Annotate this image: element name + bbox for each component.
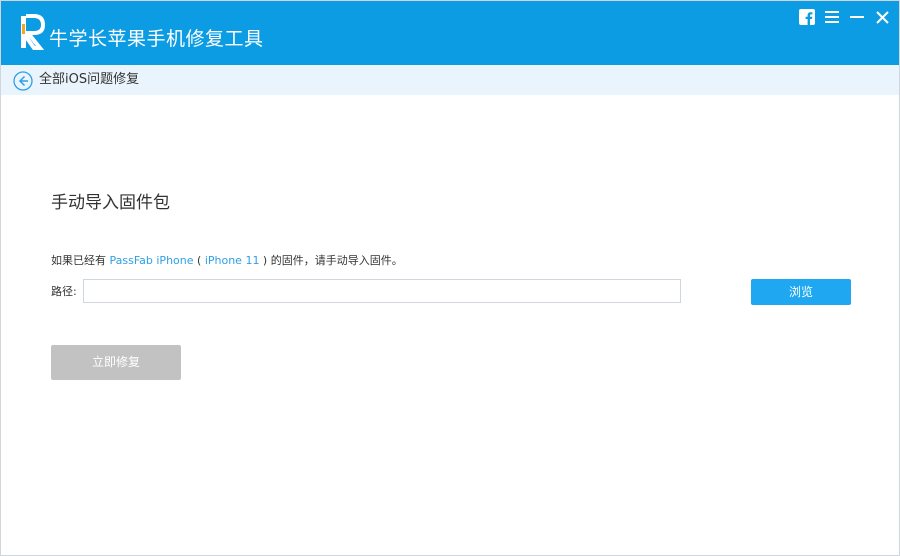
app-window: 牛学长苹果手机修复工具 全部iOS问题修复 手动导入固件包 如果已经有 Pass… <box>0 0 900 556</box>
info-suffix: 的固件，请手动导入固件。 <box>270 254 403 267</box>
product-name: PassFab iPhone <box>109 254 194 267</box>
window-controls <box>793 7 893 27</box>
paren-close: ) <box>259 254 271 267</box>
device-name: iPhone 11 <box>204 254 260 267</box>
page-title: 手动导入固件包 <box>51 193 170 213</box>
repair-now-button[interactable]: 立即修复 <box>51 345 181 380</box>
title-bar: 牛学长苹果手机修复工具 <box>1 1 899 65</box>
facebook-icon <box>799 9 815 25</box>
menu-icon <box>825 11 839 23</box>
browse-button[interactable]: 浏览 <box>751 279 851 305</box>
back-arrow-icon[interactable] <box>13 71 33 91</box>
paren-open: ( <box>193 254 205 267</box>
path-input[interactable] <box>83 279 681 303</box>
info-prefix: 如果已经有 <box>51 254 110 267</box>
app-title: 牛学长苹果手机修复工具 <box>49 28 264 50</box>
close-button[interactable] <box>871 7 893 27</box>
breadcrumb: 全部iOS问题修复 <box>39 72 140 87</box>
app-logo-icon <box>21 14 46 50</box>
firmware-info-text: 如果已经有 PassFab iPhone ( iPhone 11 ) 的固件，请… <box>51 253 403 269</box>
minimize-icon <box>850 16 864 18</box>
facebook-button[interactable] <box>796 7 818 27</box>
close-icon <box>875 10 889 24</box>
minimize-button[interactable] <box>846 7 868 27</box>
menu-button[interactable] <box>821 7 843 27</box>
nav-bar: 全部iOS问题修复 <box>1 65 899 95</box>
path-label: 路径: <box>51 285 77 298</box>
